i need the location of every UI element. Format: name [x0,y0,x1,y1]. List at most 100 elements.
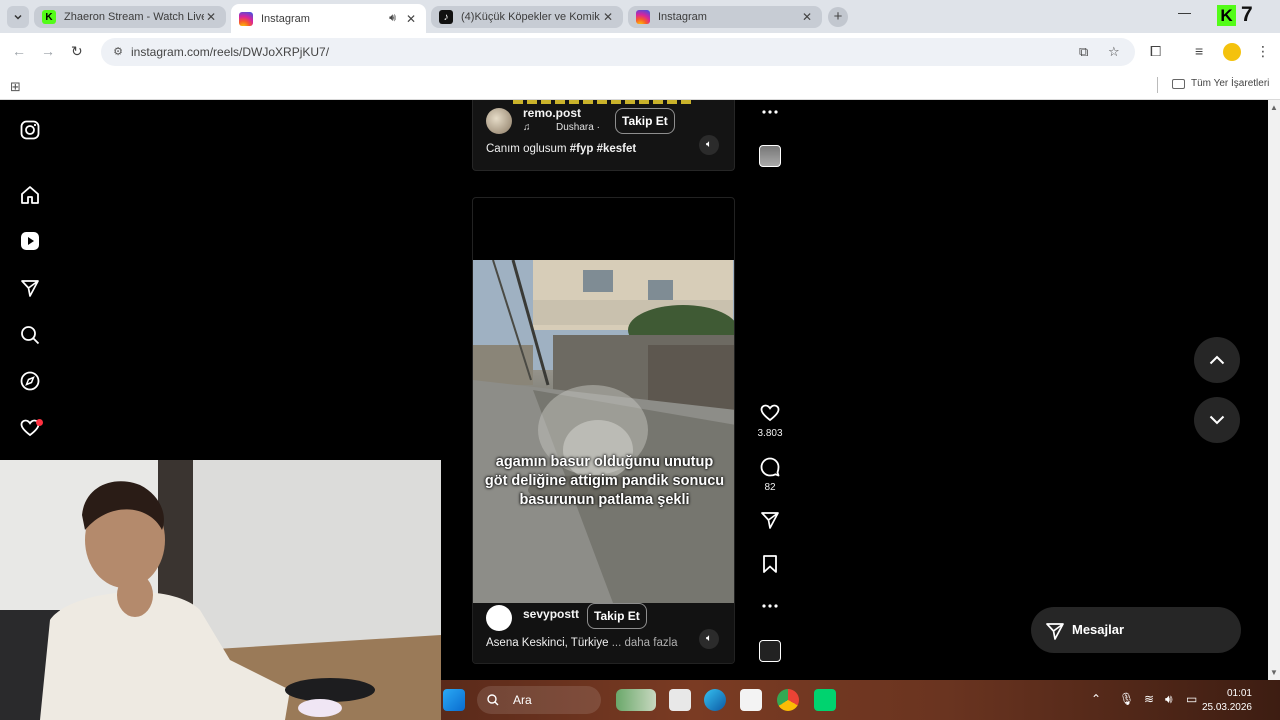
instagram-logo-icon[interactable] [19,119,41,141]
bookmarks-bar: ⊞ Tüm Yer İşaretleri [0,71,1280,100]
messages-label: Mesajlar [1072,622,1125,637]
kick-extension-icon[interactable]: K [1217,5,1236,26]
tab-instagram-2[interactable]: Instagram ✕ [628,6,822,28]
clock-time: 01:01 [1226,688,1252,699]
reel-username[interactable]: sevypostt [523,607,579,621]
system-clock[interactable]: 01:01 25.03.2026 [1202,687,1252,715]
store-icon[interactable] [740,689,762,711]
close-icon[interactable]: ✕ [404,12,418,26]
back-button[interactable]: ← [12,43,26,59]
reel-music-label[interactable]: Dushara · [556,122,600,133]
tab-title: Zhaeron Stream - Watch Live o [64,11,204,23]
more-options-icon[interactable] [758,594,782,618]
follow-button[interactable]: Takip Et [587,603,647,629]
forward-button[interactable]: → [41,43,55,59]
music-note-icon: ♫ [523,122,531,133]
avatar[interactable] [486,108,512,134]
volume-icon[interactable]: 🔊︎ [1165,692,1173,707]
taskbar-search-label: Ara [513,693,532,707]
share-send-icon[interactable] [758,508,782,532]
windows-taskbar: Ara ⌃ 🎙︎ ≋ 🔊︎ ▭ 01:01 25.03.2026 [441,680,1280,720]
edge-browser-icon[interactable] [704,689,726,711]
address-bar[interactable]: ⚙ instagram.com/reels/DWJoXRPjKU7/ ⧉ ☆ [101,38,1135,66]
extensions-icon[interactable]: ⧠ [1150,43,1161,60]
like-heart-icon[interactable] [758,401,782,425]
reel-video[interactable]: agamın basur olduğunu unutup göt deliğin… [473,260,734,603]
reels-icon[interactable] [19,230,41,252]
audio-thumbnail[interactable] [759,640,781,662]
reel-card-current[interactable]: agamın basur olduğunu unutup göt deliğin… [472,197,735,664]
microphone-icon[interactable]: 🎙︎ [1119,692,1134,706]
reload-button[interactable]: ↻ [71,43,83,60]
like-count: 3.803 [757,428,783,439]
instagram-icon [239,11,253,26]
battery-icon[interactable]: ▭ [1186,692,1197,706]
more-options-icon[interactable] [758,100,782,124]
reel-card-previous[interactable]: remo.post ♫ Dushara · Takip Et Canım ogl… [472,100,735,171]
audio-thumbnail[interactable] [759,145,781,167]
streaming-app-icon[interactable] [814,689,836,711]
tab-strip: K Zhaeron Stream - Watch Live o ✕ Instag… [0,0,1280,33]
direct-send-icon [1046,623,1064,640]
speaker-icon[interactable]: 🔊︎ [389,12,396,25]
volume-icon[interactable]: 🔈︎ [699,135,719,155]
reel-caption: Canım oglusum #fyp #kesfet [486,143,636,155]
reel-footer: sevypostt Takip Et Asena Keskinci, Türki… [473,603,734,663]
tab-title: Instagram [658,11,707,23]
home-icon[interactable] [19,184,41,206]
direct-send-icon[interactable] [19,277,41,299]
tab-instagram-active[interactable]: Instagram 🔊︎ ✕ [231,4,426,33]
widgets-icon[interactable] [616,689,656,711]
tiktok-icon: ♪ [439,10,453,24]
webcam-feed-image [0,460,441,720]
taskbar-search[interactable]: Ara [477,686,601,714]
clock-date: 25.03.2026 [1201,702,1252,713]
volume-icon[interactable]: 🔈︎ [699,629,719,649]
reel-caption: Asena Keskinci, Türkiye ... daha fazla [486,637,678,649]
apps-grid-icon[interactable]: ⊞ [10,79,21,95]
close-icon[interactable]: ✕ [204,10,218,24]
close-icon[interactable]: ✕ [800,10,814,24]
all-bookmarks-link[interactable]: Tüm Yer İşaretleri [1191,78,1269,89]
install-app-icon[interactable]: ⧉ [1079,44,1088,60]
next-reel-button[interactable] [1194,397,1240,443]
site-info-icon[interactable]: ⚙ [111,45,125,59]
scroll-down-arrow-icon[interactable]: ▼ [1270,668,1278,677]
menu-dots-icon[interactable]: ⋮ [1256,43,1270,60]
follow-button[interactable]: Takip Et [615,108,675,134]
chevron-down-icon [1209,415,1225,425]
show-hidden-icons-chevron-up-icon[interactable]: ⌃ [1091,692,1101,706]
comment-count: 82 [764,482,776,493]
tab-kick[interactable]: K Zhaeron Stream - Watch Live o ✕ [34,6,226,28]
chevron-down-icon [14,14,22,20]
more-link[interactable]: ... daha fazla [612,637,678,649]
close-icon[interactable]: ✕ [601,10,615,24]
page-scrollbar[interactable]: ▲ ▼ [1268,100,1280,680]
minimize-button[interactable]: — [1178,5,1191,20]
bookmark-star-icon[interactable]: ☆ [1108,44,1120,60]
url-text[interactable]: instagram.com/reels/DWJoXRPjKU7/ [131,45,329,59]
comment-icon[interactable] [758,455,782,479]
kick-icon: K [42,10,56,24]
wifi-icon[interactable]: ≋ [1144,692,1154,706]
chrome-browser-icon[interactable] [777,689,799,711]
previous-reel-button[interactable] [1194,337,1240,383]
save-bookmark-icon[interactable] [758,552,782,576]
browser-toolbar: ← → ↻ ⚙ instagram.com/reels/DWJoXRPjKU7/… [0,33,1280,71]
reel-username[interactable]: remo.post [523,106,581,120]
scroll-up-arrow-icon[interactable]: ▲ [1270,103,1278,112]
profile-avatar[interactable] [1223,43,1241,61]
media-control-icon[interactable]: ≡ [1195,43,1203,59]
messages-button[interactable]: Mesajlar [1031,607,1241,653]
file-explorer-icon[interactable] [669,689,691,711]
caption-hashtags[interactable]: #fyp #kesfet [570,143,636,155]
search-icon[interactable] [19,324,41,346]
windows-start-icon[interactable] [443,689,465,711]
caption-text: Canım oglusum [486,143,570,155]
new-tab-button[interactable]: + [828,7,848,27]
folder-icon [1172,79,1185,89]
explore-compass-icon[interactable] [19,370,41,392]
avatar[interactable] [486,605,512,631]
tab-tiktok[interactable]: ♪ (4)Küçük Köpekler ve Komik An ✕ [431,6,623,28]
tab-search-button[interactable] [7,6,29,28]
